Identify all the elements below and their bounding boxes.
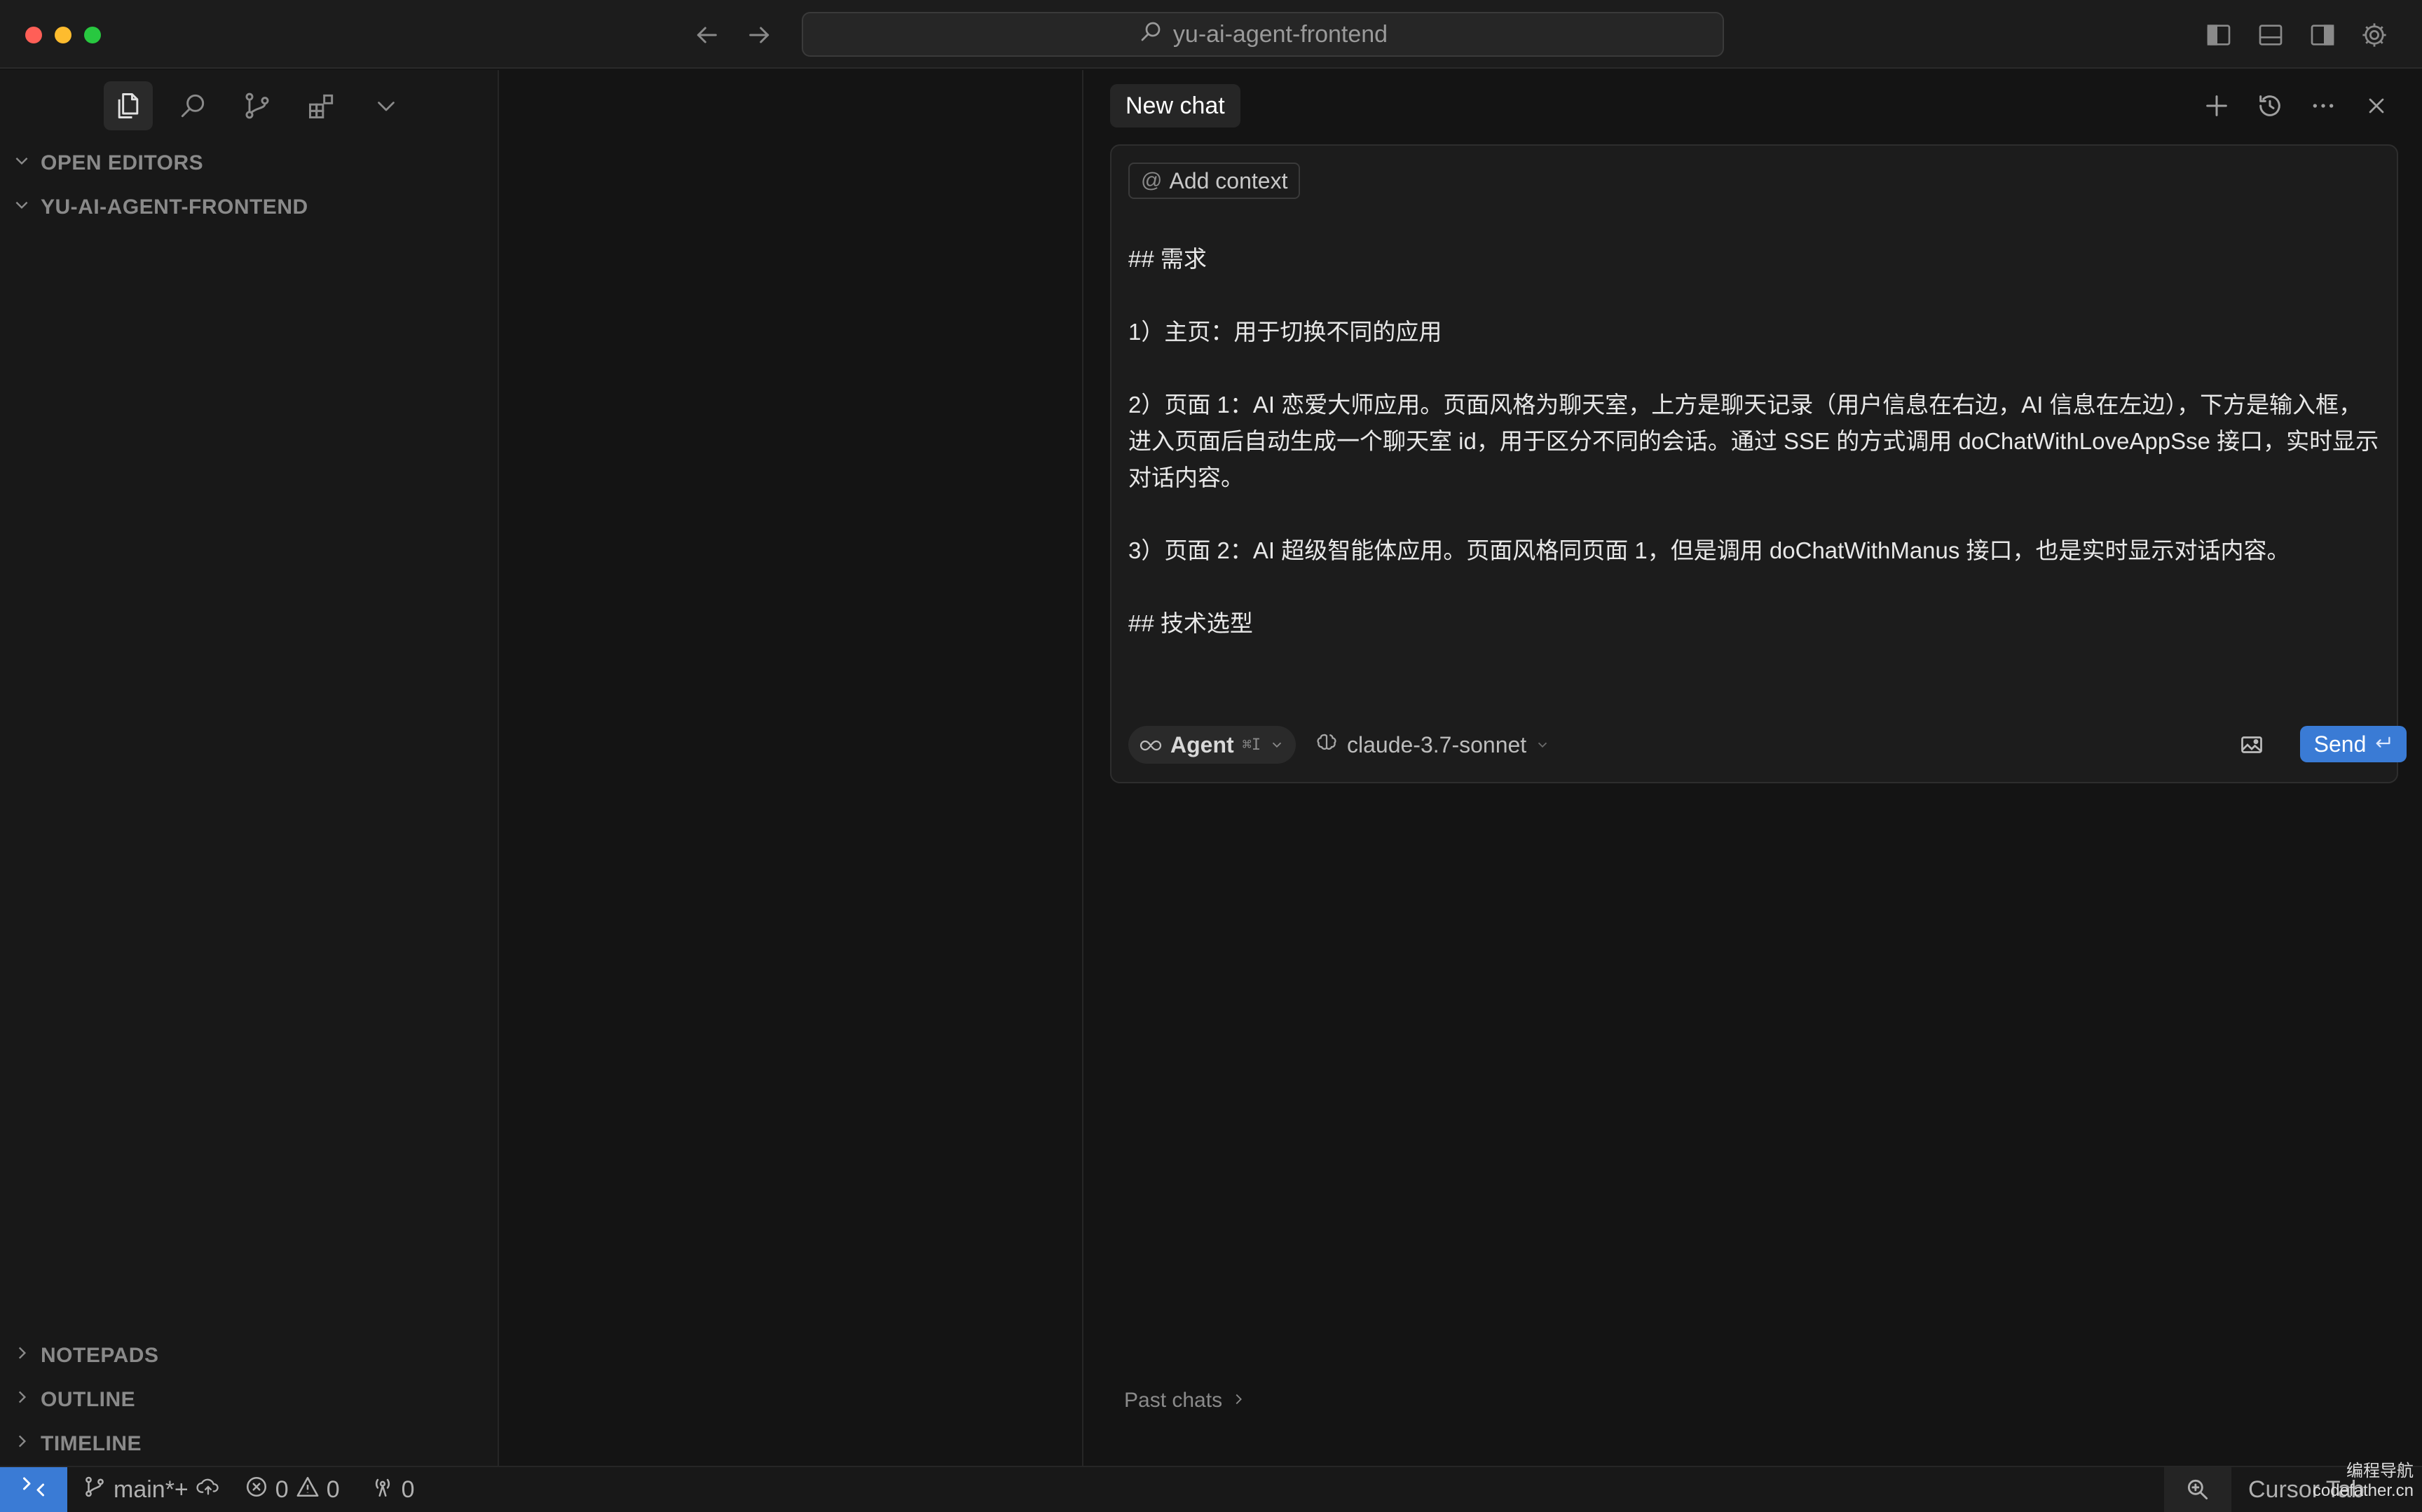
minimize-window-button[interactable] xyxy=(55,27,71,43)
gear-icon[interactable] xyxy=(2359,20,2390,50)
status-bar: main*+ 0 0 0 Cursor Tab xyxy=(0,1466,2422,1512)
watermark: 编程导航 codefather.cn xyxy=(2313,1462,2414,1501)
image-icon[interactable] xyxy=(2236,729,2268,761)
zoom-icon[interactable] xyxy=(2164,1467,2231,1512)
model-label: claude-3.7-sonnet xyxy=(1347,731,1527,757)
toggle-secondary-sidebar-icon[interactable] xyxy=(2307,20,2338,50)
error-count: 0 xyxy=(275,1476,289,1503)
more-icon[interactable] xyxy=(2306,88,2341,123)
infinity-icon xyxy=(1140,732,1162,758)
branch-indicator[interactable]: main*+ xyxy=(83,1475,221,1505)
command-search-bar[interactable]: yu-ai-agent-frontend xyxy=(802,12,1724,57)
explorer-files-icon[interactable] xyxy=(104,81,153,130)
prompt-line: 2）页面 1：AI 恋爱大师应用。页面风格为聊天室，上方是聊天记录（用户信息在右… xyxy=(1128,392,2379,490)
toggle-primary-sidebar-icon[interactable] xyxy=(2203,20,2234,50)
warning-count: 0 xyxy=(326,1476,340,1503)
search-icon xyxy=(1138,19,1163,50)
forward-arrow-icon[interactable] xyxy=(743,18,776,52)
section-open-editors[interactable]: OPEN EDITORS xyxy=(13,146,203,181)
section-timeline[interactable]: TIMELINE xyxy=(13,1427,142,1462)
composer-toolbar: Agent ⌘I claude-3.7-sonnet Send xyxy=(1128,726,2407,765)
brain-icon xyxy=(1315,730,1339,760)
prompt-line: ## 技术选型 xyxy=(1128,610,1253,636)
chevron-down-icon xyxy=(1535,732,1550,758)
mode-shortcut: ⌘I xyxy=(1242,736,1261,754)
model-selector[interactable]: claude-3.7-sonnet xyxy=(1315,726,1550,764)
mode-selector[interactable]: Agent ⌘I xyxy=(1128,726,1296,764)
cloud-sync-icon xyxy=(196,1476,221,1504)
back-arrow-icon[interactable] xyxy=(690,18,723,52)
chevron-right-icon xyxy=(13,1388,31,1412)
chevron-right-icon xyxy=(13,1344,31,1368)
section-notepads[interactable]: NOTEPADS xyxy=(13,1338,158,1373)
extensions-icon[interactable] xyxy=(297,81,346,130)
title-bar: yu-ai-agent-frontend xyxy=(0,0,2422,69)
prompt-line: 1）主页：用于切换不同的应用 xyxy=(1128,319,1442,345)
watermark-line1: 编程导航 xyxy=(2346,1462,2414,1480)
enter-key-icon xyxy=(2373,731,2393,757)
remote-icon xyxy=(21,1474,46,1506)
git-branch-icon xyxy=(83,1475,107,1505)
prompt-line: 3）页面 2：AI 超级智能体应用。页面风格同页面 1，但是调用 doChatW… xyxy=(1128,537,2290,563)
tab-new-chat[interactable]: New chat xyxy=(1110,84,1240,128)
chevron-down-icon xyxy=(1269,732,1285,758)
chevron-right-icon xyxy=(13,1432,31,1456)
mode-label: Agent xyxy=(1170,731,1234,757)
editor-area xyxy=(500,70,1083,1466)
prompt-line xyxy=(1128,496,2383,532)
watermark-line2: codefather.cn xyxy=(2312,1481,2414,1500)
add-context-button[interactable]: @ Add context xyxy=(1128,163,1301,199)
broadcast-icon xyxy=(371,1475,395,1505)
chat-tab-label: New chat xyxy=(1126,92,1225,119)
send-label: Send xyxy=(2313,731,2367,757)
section-outline[interactable]: OUTLINE xyxy=(13,1382,135,1417)
prompt-line xyxy=(1128,350,2383,387)
chevron-right-icon xyxy=(1231,1389,1246,1413)
chevron-down-icon xyxy=(13,151,31,175)
section-project-label: YU-AI-AGENT-FRONTEND xyxy=(41,195,308,219)
prompt-line xyxy=(1128,277,2383,314)
prompt-input[interactable]: ## 需求 1）主页：用于切换不同的应用 2）页面 1：AI 恋爱大师应用。页面… xyxy=(1128,241,2383,642)
ports-indicator[interactable]: 0 xyxy=(371,1475,415,1505)
primary-sidebar: OPEN EDITORS YU-AI-AGENT-FRONTEND NOTEPA… xyxy=(0,70,499,1466)
branch-name: main*+ xyxy=(114,1476,189,1503)
prompt-line xyxy=(1128,569,2383,605)
ports-count: 0 xyxy=(401,1476,415,1503)
search-bar-text: yu-ai-agent-frontend xyxy=(1172,20,1388,48)
plus-icon[interactable] xyxy=(2199,88,2234,123)
at-sign-icon: @ xyxy=(1141,169,1163,192)
remote-connection-button[interactable] xyxy=(0,1467,67,1512)
app-window: yu-ai-agent-frontend OPEN EDITORS YU-AI-… xyxy=(0,0,2422,1512)
chat-composer[interactable]: @ Add context ## 需求 1）主页：用于切换不同的应用 2）页面 … xyxy=(1110,144,2407,783)
problems-indicator[interactable]: 0 0 xyxy=(245,1475,340,1505)
past-chats-label: Past chats xyxy=(1124,1389,1223,1412)
section-notepads-label: NOTEPADS xyxy=(41,1344,159,1367)
history-icon[interactable] xyxy=(2252,88,2287,123)
send-button[interactable]: Send xyxy=(2300,726,2407,762)
chevron-down-icon xyxy=(13,195,31,219)
warning-icon xyxy=(296,1475,320,1505)
section-open-editors-label: OPEN EDITORS xyxy=(41,151,204,174)
error-icon xyxy=(245,1475,268,1505)
maximize-window-button[interactable] xyxy=(84,27,101,43)
section-timeline-label: TIMELINE xyxy=(41,1432,142,1455)
source-control-icon[interactable] xyxy=(233,81,282,130)
search-icon[interactable] xyxy=(168,81,217,130)
close-window-button[interactable] xyxy=(25,27,42,43)
prompt-line: ## 需求 xyxy=(1128,246,1207,272)
toggle-panel-icon[interactable] xyxy=(2255,20,2286,50)
chevron-down-icon[interactable] xyxy=(362,81,411,130)
section-project[interactable]: YU-AI-AGENT-FRONTEND xyxy=(13,190,308,225)
chat-panel: New chat @ Add context ## 需求 1）主页：用于切换不同… xyxy=(1085,70,2422,1466)
close-icon[interactable] xyxy=(2359,88,2394,123)
add-context-label: Add context xyxy=(1169,167,1288,193)
past-chats-link[interactable]: Past chats xyxy=(1124,1389,1246,1413)
section-outline-label: OUTLINE xyxy=(41,1388,136,1411)
